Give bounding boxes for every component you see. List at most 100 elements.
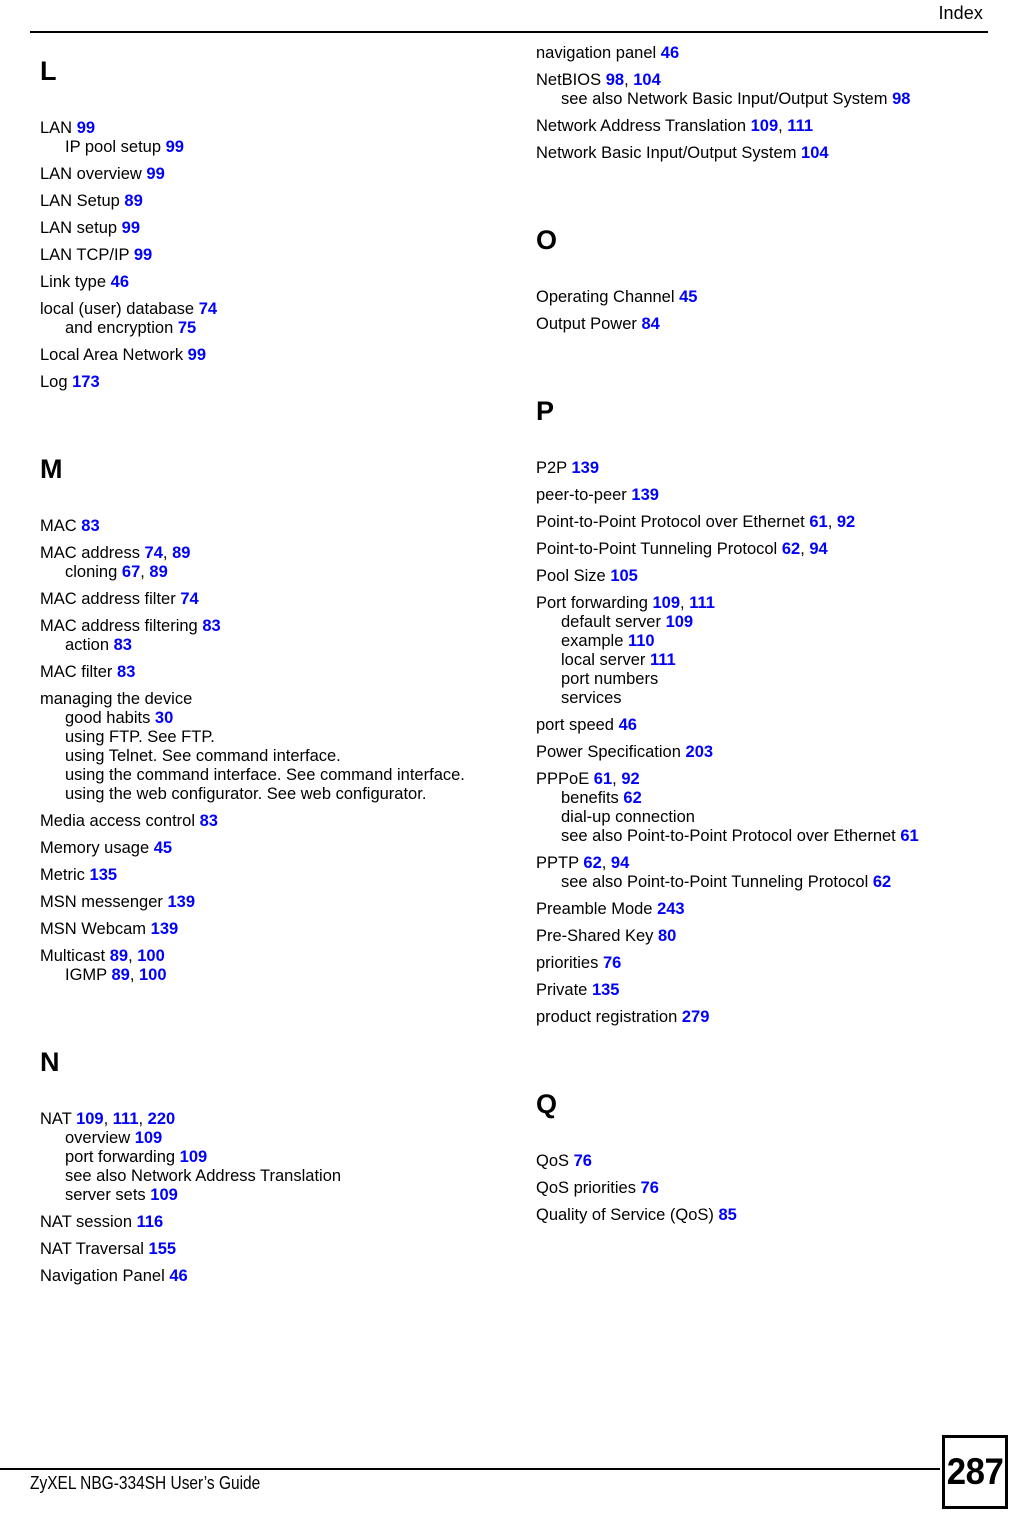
page-reference[interactable]: 46	[619, 716, 637, 734]
page-reference[interactable]: 109	[76, 1110, 104, 1128]
page-reference[interactable]: 89	[110, 947, 128, 965]
page-reference[interactable]: 89	[149, 563, 167, 581]
page-reference[interactable]: 76	[574, 1152, 592, 1170]
page-reference[interactable]: 92	[837, 513, 855, 531]
page-reference[interactable]: 75	[178, 319, 196, 337]
page-reference[interactable]: 83	[81, 517, 99, 535]
page-reference[interactable]: 62	[583, 854, 601, 872]
page-reference[interactable]: 98	[606, 71, 624, 89]
index-entry-label: MSN messenger	[40, 893, 163, 911]
page-reference[interactable]: 139	[571, 459, 599, 477]
page-reference[interactable]: 110	[628, 632, 655, 650]
page-reference[interactable]: 99	[166, 138, 184, 156]
page-reference[interactable]: 111	[689, 594, 715, 612]
index-entry: LAN overview 99	[40, 165, 487, 184]
page-reference[interactable]: 92	[621, 770, 639, 788]
page-reference[interactable]: 111	[650, 651, 676, 669]
page-reference[interactable]: 139	[631, 486, 659, 504]
page-reference[interactable]: 109	[666, 613, 694, 631]
index-entry: MSN Webcam 139	[40, 920, 487, 939]
page-reference[interactable]: 220	[148, 1110, 176, 1128]
index-entry-label: dial-up connection	[561, 808, 695, 826]
page-reference[interactable]: 74	[180, 590, 198, 608]
page-reference[interactable]: 61	[809, 513, 827, 531]
index-entry-group: peer-to-peer 139	[536, 486, 984, 505]
page-reference[interactable]: 61	[594, 770, 612, 788]
index-entry-group: managing the device good habits 30 using F…	[40, 690, 487, 804]
page-reference[interactable]: 62	[623, 789, 641, 807]
page-reference[interactable]: 100	[137, 947, 165, 965]
page-reference[interactable]: 83	[117, 663, 135, 681]
index-entry-group: Local Area Network 99	[40, 346, 487, 365]
page-reference[interactable]: 94	[611, 854, 629, 872]
index-entry: Navigation Panel 46	[40, 1267, 487, 1286]
page-reference[interactable]: 45	[679, 288, 697, 306]
page-reference[interactable]: 74	[145, 544, 163, 562]
page-reference[interactable]: 67	[122, 563, 140, 581]
page-reference[interactable]: 99	[134, 246, 152, 264]
index-entry: Point-to-Point Tunneling Protocol 62, 94	[536, 540, 984, 559]
page-reference[interactable]: 45	[154, 839, 172, 857]
page-reference[interactable]: 109	[652, 594, 680, 612]
page-reference[interactable]: 99	[188, 346, 206, 364]
page-reference[interactable]: 99	[77, 119, 95, 137]
page-reference[interactable]: 85	[718, 1206, 736, 1224]
page-reference[interactable]: 155	[149, 1240, 177, 1258]
page-number: 287	[946, 1451, 1004, 1492]
page-reference[interactable]: 243	[657, 900, 685, 918]
index-entry: MAC address filtering 83	[40, 617, 487, 636]
index-entry: Operating Channel 45	[536, 288, 984, 307]
page-reference[interactable]: 139	[151, 920, 179, 938]
index-subentry: see also Network Basic Input/Output Syst…	[561, 90, 984, 109]
page-reference[interactable]: 135	[90, 866, 118, 884]
index-entry-label: default server	[561, 613, 661, 631]
page-reference[interactable]: 76	[641, 1179, 659, 1197]
page-reference[interactable]: 109	[180, 1148, 208, 1166]
page-reference[interactable]: 139	[167, 893, 195, 911]
page-reference[interactable]: 98	[892, 90, 910, 108]
page-reference[interactable]: 109	[135, 1129, 163, 1147]
page-reference[interactable]: 135	[592, 981, 620, 999]
page-reference[interactable]: 100	[139, 966, 167, 984]
page-reference[interactable]: 111	[787, 117, 813, 135]
page-reference[interactable]: 116	[137, 1213, 164, 1231]
page-reference[interactable]: 46	[169, 1267, 187, 1285]
page-reference[interactable]: 62	[782, 540, 800, 558]
page-reference[interactable]: 83	[200, 812, 218, 830]
page-reference[interactable]: 173	[72, 373, 100, 391]
page-reference[interactable]: 111	[113, 1110, 139, 1128]
index-entry-label: LAN overview	[40, 165, 142, 183]
index-letter-heading: N	[40, 1047, 60, 1077]
page-reference[interactable]: 94	[809, 540, 827, 558]
page-reference[interactable]: 89	[111, 966, 129, 984]
index-entry-label: Pre-Shared Key	[536, 927, 654, 945]
page-reference[interactable]: 104	[801, 144, 829, 162]
page-reference[interactable]: 83	[114, 636, 132, 654]
page-reference[interactable]: 99	[122, 219, 140, 237]
page-reference[interactable]: 109	[150, 1186, 178, 1204]
page-reference[interactable]: 109	[751, 117, 779, 135]
page-reference[interactable]: 46	[661, 44, 679, 62]
page-reference[interactable]: 74	[199, 300, 217, 318]
page-reference[interactable]: 76	[603, 954, 621, 972]
page-reference[interactable]: 99	[146, 165, 164, 183]
page-reference[interactable]: 80	[658, 927, 676, 945]
page-reference[interactable]: 84	[641, 315, 659, 333]
page-reference[interactable]: 89	[124, 192, 142, 210]
page-ref-separator: ,	[778, 117, 788, 135]
index-entry: port speed 46	[536, 716, 984, 735]
index-column-left: L LAN 99 IP pool setup 99 LAN overview 99 LA…	[0, 34, 509, 1424]
page-reference[interactable]: 61	[900, 827, 918, 845]
page-reference[interactable]: 46	[111, 273, 129, 291]
page-reference[interactable]: 105	[610, 567, 638, 585]
page-reference[interactable]: 104	[633, 71, 661, 89]
page-reference[interactable]: 30	[155, 709, 173, 727]
index-entry-group: PPPoE 61, 92 benefits 62 dial-up connectio…	[536, 770, 984, 846]
page-reference[interactable]: 89	[172, 544, 190, 562]
page-reference[interactable]: 279	[682, 1008, 710, 1026]
index-entry: QoS 76	[536, 1152, 984, 1171]
page-reference[interactable]: 62	[873, 873, 891, 891]
page-reference[interactable]: 203	[686, 743, 714, 761]
page-reference[interactable]: 83	[202, 617, 220, 635]
index-entry-label: benefits	[561, 789, 619, 807]
